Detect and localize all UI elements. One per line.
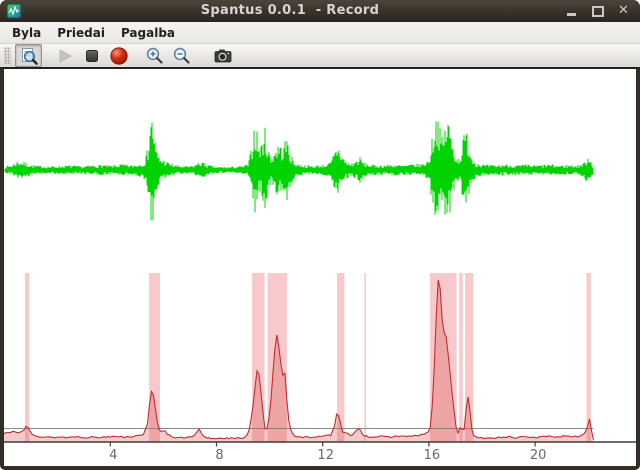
menu-byla[interactable]: Byla: [4, 24, 49, 42]
x-axis-label: 20: [530, 448, 547, 463]
close-icon: ✕: [618, 3, 629, 18]
app-window: Spantus 0.0.1 - Record ✕ Byla Priedai Pa…: [0, 0, 640, 470]
camera-icon: [214, 49, 231, 62]
maximize-button[interactable]: [591, 4, 604, 18]
record-button[interactable]: [105, 44, 132, 67]
menu-pagalba[interactable]: Pagalba: [113, 24, 183, 42]
window-controls: ✕: [565, 0, 630, 22]
zoom-out-icon: [173, 47, 190, 64]
energy-area: [4, 279, 594, 442]
stop-icon: [85, 49, 98, 62]
menu-priedai[interactable]: Priedai: [49, 24, 113, 42]
toolbar: [0, 44, 640, 69]
app-icon: [6, 3, 22, 19]
energy-curve: [4, 279, 595, 440]
stop-button[interactable]: [78, 44, 105, 67]
record-icon: [109, 46, 128, 65]
zoom-out-button[interactable]: [168, 44, 195, 67]
segment-band: [586, 273, 591, 442]
inspect-button[interactable]: [15, 44, 42, 67]
window-title: Spantus 0.0.1 - Record: [200, 3, 380, 18]
x-axis-label: 16: [424, 448, 441, 463]
titlebar[interactable]: Spantus 0.0.1 - Record ✕: [0, 0, 640, 22]
close-button[interactable]: ✕: [617, 4, 630, 18]
signal-view[interactable]: 4 8 12 16 20: [4, 69, 636, 466]
signal-plots: 4 8 12 16 20: [4, 121, 636, 463]
waveform-path: [4, 121, 594, 221]
zoom-in-button[interactable]: [141, 44, 168, 67]
segment-band: [25, 273, 30, 442]
magnifier-document-icon: [21, 47, 38, 65]
x-axis-label: 12: [317, 448, 334, 463]
play-button[interactable]: [51, 44, 78, 67]
segment-band: [459, 273, 463, 442]
minimize-icon: [567, 13, 576, 16]
menubar: Byla Priedai Pagalba: [0, 22, 640, 44]
x-axis-label: 8: [215, 448, 223, 463]
minimize-button[interactable]: [565, 4, 578, 18]
snapshot-button[interactable]: [209, 44, 236, 67]
zoom-in-icon: [146, 47, 163, 64]
x-axis-label: 4: [109, 448, 117, 463]
segment-band: [364, 273, 366, 442]
maximize-icon: [591, 5, 604, 17]
play-icon: [59, 48, 72, 63]
toolbar-drag-handle[interactable]: [4, 47, 11, 64]
